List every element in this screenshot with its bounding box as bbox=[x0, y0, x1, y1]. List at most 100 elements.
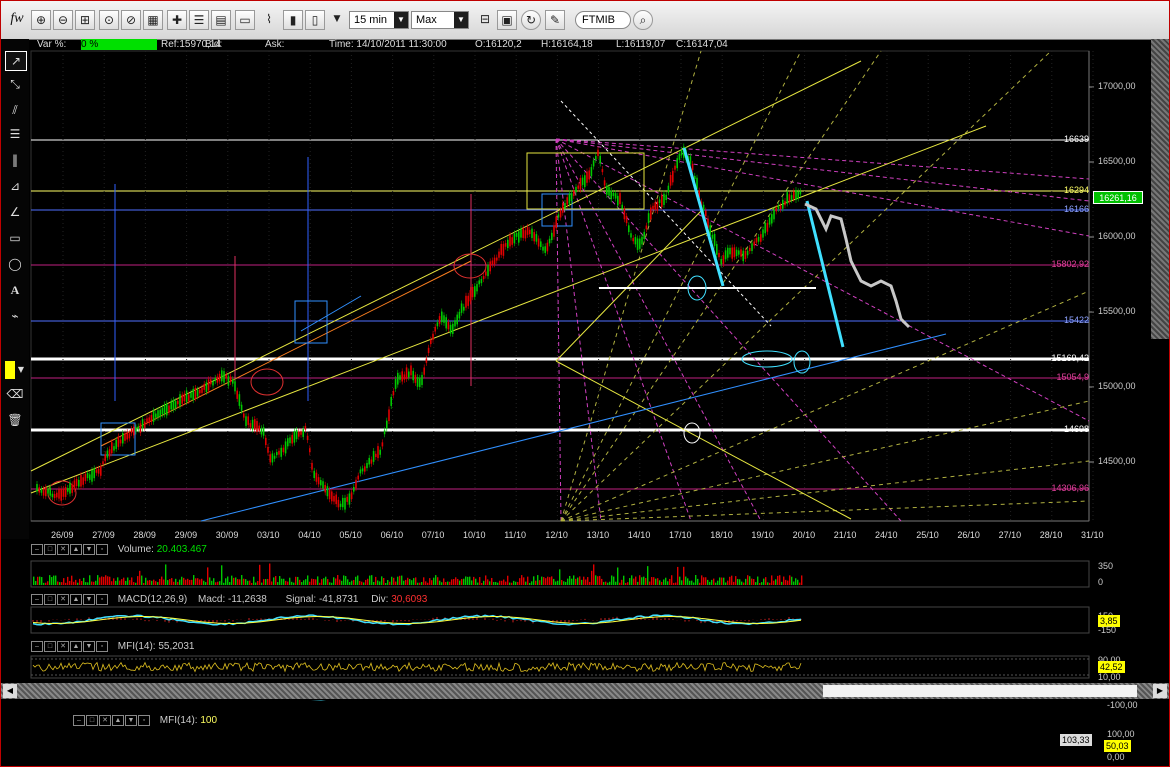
volume-bar bbox=[153, 579, 155, 585]
volume-bar bbox=[115, 580, 117, 585]
candle-body bbox=[199, 389, 201, 394]
horizontal-scrollbar[interactable]: ◀ ▶ bbox=[1, 683, 1169, 699]
candle-body bbox=[269, 454, 271, 463]
settings-icon[interactable]: ▫ bbox=[138, 715, 150, 726]
candle-body bbox=[324, 484, 326, 493]
candle-body bbox=[405, 367, 408, 379]
volume-bar bbox=[381, 576, 383, 585]
settings-icon[interactable]: ▫ bbox=[96, 544, 108, 555]
close-icon[interactable]: ✕ bbox=[57, 594, 69, 605]
macd-pane-header: – □ ✕ ▲ ▼ ▫ MACD(12,26,9) Macd: -11,2638 Sign… bbox=[31, 594, 427, 606]
mfi-line bbox=[32, 661, 802, 673]
volume-bar bbox=[245, 579, 247, 585]
lower-mfi-value: 100 bbox=[200, 715, 218, 727]
candle-body bbox=[493, 257, 496, 265]
candle-body bbox=[788, 194, 791, 202]
date-tick: 19/10 bbox=[751, 530, 774, 540]
move-down-icon[interactable]: ▼ bbox=[83, 594, 95, 605]
move-down-icon[interactable]: ▼ bbox=[83, 544, 95, 555]
move-up-icon[interactable]: ▲ bbox=[112, 715, 124, 726]
candle-body bbox=[553, 225, 555, 237]
volume-bar bbox=[503, 579, 505, 585]
volume-bar bbox=[37, 576, 39, 585]
maximize-icon[interactable]: □ bbox=[44, 641, 56, 652]
volume-bar bbox=[263, 579, 265, 585]
settings-icon[interactable]: ▫ bbox=[96, 641, 108, 652]
candle-body bbox=[225, 374, 227, 379]
volume-bar bbox=[541, 576, 543, 585]
candle-body bbox=[423, 367, 425, 375]
candle-body bbox=[632, 238, 634, 242]
volume-bar bbox=[643, 576, 645, 585]
candle-body bbox=[678, 153, 681, 160]
close-icon[interactable]: ✕ bbox=[57, 641, 69, 652]
volume-bar bbox=[651, 577, 653, 585]
volume-bar bbox=[793, 581, 795, 585]
close-icon[interactable]: ✕ bbox=[57, 544, 69, 555]
candle-body bbox=[619, 193, 621, 205]
candle-body bbox=[370, 459, 373, 464]
candle-body bbox=[243, 413, 245, 418]
settings-icon[interactable]: ▫ bbox=[96, 594, 108, 605]
candle-body bbox=[196, 389, 199, 397]
support-line-blue bbox=[200, 333, 947, 522]
volume-bar bbox=[349, 582, 351, 585]
candle-body bbox=[458, 311, 461, 319]
maximize-icon[interactable]: □ bbox=[86, 715, 98, 726]
scroll-left-icon[interactable]: ◀ bbox=[3, 684, 17, 698]
volume-bar bbox=[447, 581, 449, 585]
move-up-icon[interactable]: ▲ bbox=[70, 544, 82, 555]
move-down-icon[interactable]: ▼ bbox=[125, 715, 137, 726]
level-label: 16166 bbox=[1063, 204, 1089, 214]
move-up-icon[interactable]: ▲ bbox=[70, 641, 82, 652]
minimize-icon[interactable]: – bbox=[31, 544, 43, 555]
candle-body bbox=[392, 391, 395, 396]
volume-bar bbox=[215, 582, 217, 585]
vertical-scrollbar[interactable] bbox=[1151, 39, 1169, 339]
volume-bar bbox=[355, 576, 357, 585]
maximize-icon[interactable]: □ bbox=[44, 544, 56, 555]
move-up-icon[interactable]: ▲ bbox=[70, 594, 82, 605]
date-tick: 30/09 bbox=[215, 530, 239, 540]
candle-body bbox=[342, 497, 344, 508]
volume-bar bbox=[167, 580, 169, 585]
volume-bar bbox=[51, 577, 53, 585]
candle-body bbox=[355, 479, 357, 489]
date-tick: 12/10 bbox=[545, 530, 568, 540]
volume-bar bbox=[253, 576, 255, 585]
candle-body bbox=[667, 185, 670, 193]
candle-body bbox=[58, 489, 60, 499]
volume-bar bbox=[39, 576, 41, 585]
volume-bar bbox=[489, 581, 491, 585]
candle-body bbox=[513, 233, 516, 244]
volume-bar bbox=[433, 577, 435, 585]
candle-body bbox=[38, 487, 40, 493]
volume-bar bbox=[745, 578, 747, 585]
signal-label: Signal: bbox=[285, 594, 317, 606]
scrollbar-thumb[interactable] bbox=[823, 685, 1137, 697]
volume-bar bbox=[75, 579, 77, 585]
close-icon[interactable]: ✕ bbox=[99, 715, 111, 726]
move-down-icon[interactable]: ▼ bbox=[83, 641, 95, 652]
volume-bar bbox=[293, 582, 295, 585]
candle-body bbox=[71, 484, 73, 493]
minimize-icon[interactable]: – bbox=[31, 594, 43, 605]
minimize-icon[interactable]: – bbox=[73, 715, 85, 726]
volume-bar bbox=[379, 581, 381, 585]
volume-bar bbox=[255, 582, 257, 585]
candle-body bbox=[557, 214, 560, 218]
volume-bar bbox=[557, 580, 559, 585]
scroll-right-icon[interactable]: ▶ bbox=[1153, 684, 1167, 698]
volume-bar bbox=[497, 582, 499, 585]
candle-body bbox=[474, 286, 476, 297]
candle-body bbox=[328, 489, 331, 500]
candle-body bbox=[729, 247, 731, 255]
candle-body bbox=[86, 473, 89, 479]
level-label: 14306,96 bbox=[1051, 483, 1089, 493]
maximize-icon[interactable]: □ bbox=[44, 594, 56, 605]
candle-body bbox=[639, 238, 641, 249]
candle-body bbox=[135, 427, 137, 432]
volume-bar bbox=[49, 575, 51, 585]
minimize-icon[interactable]: – bbox=[31, 641, 43, 652]
candle-body bbox=[111, 442, 113, 454]
